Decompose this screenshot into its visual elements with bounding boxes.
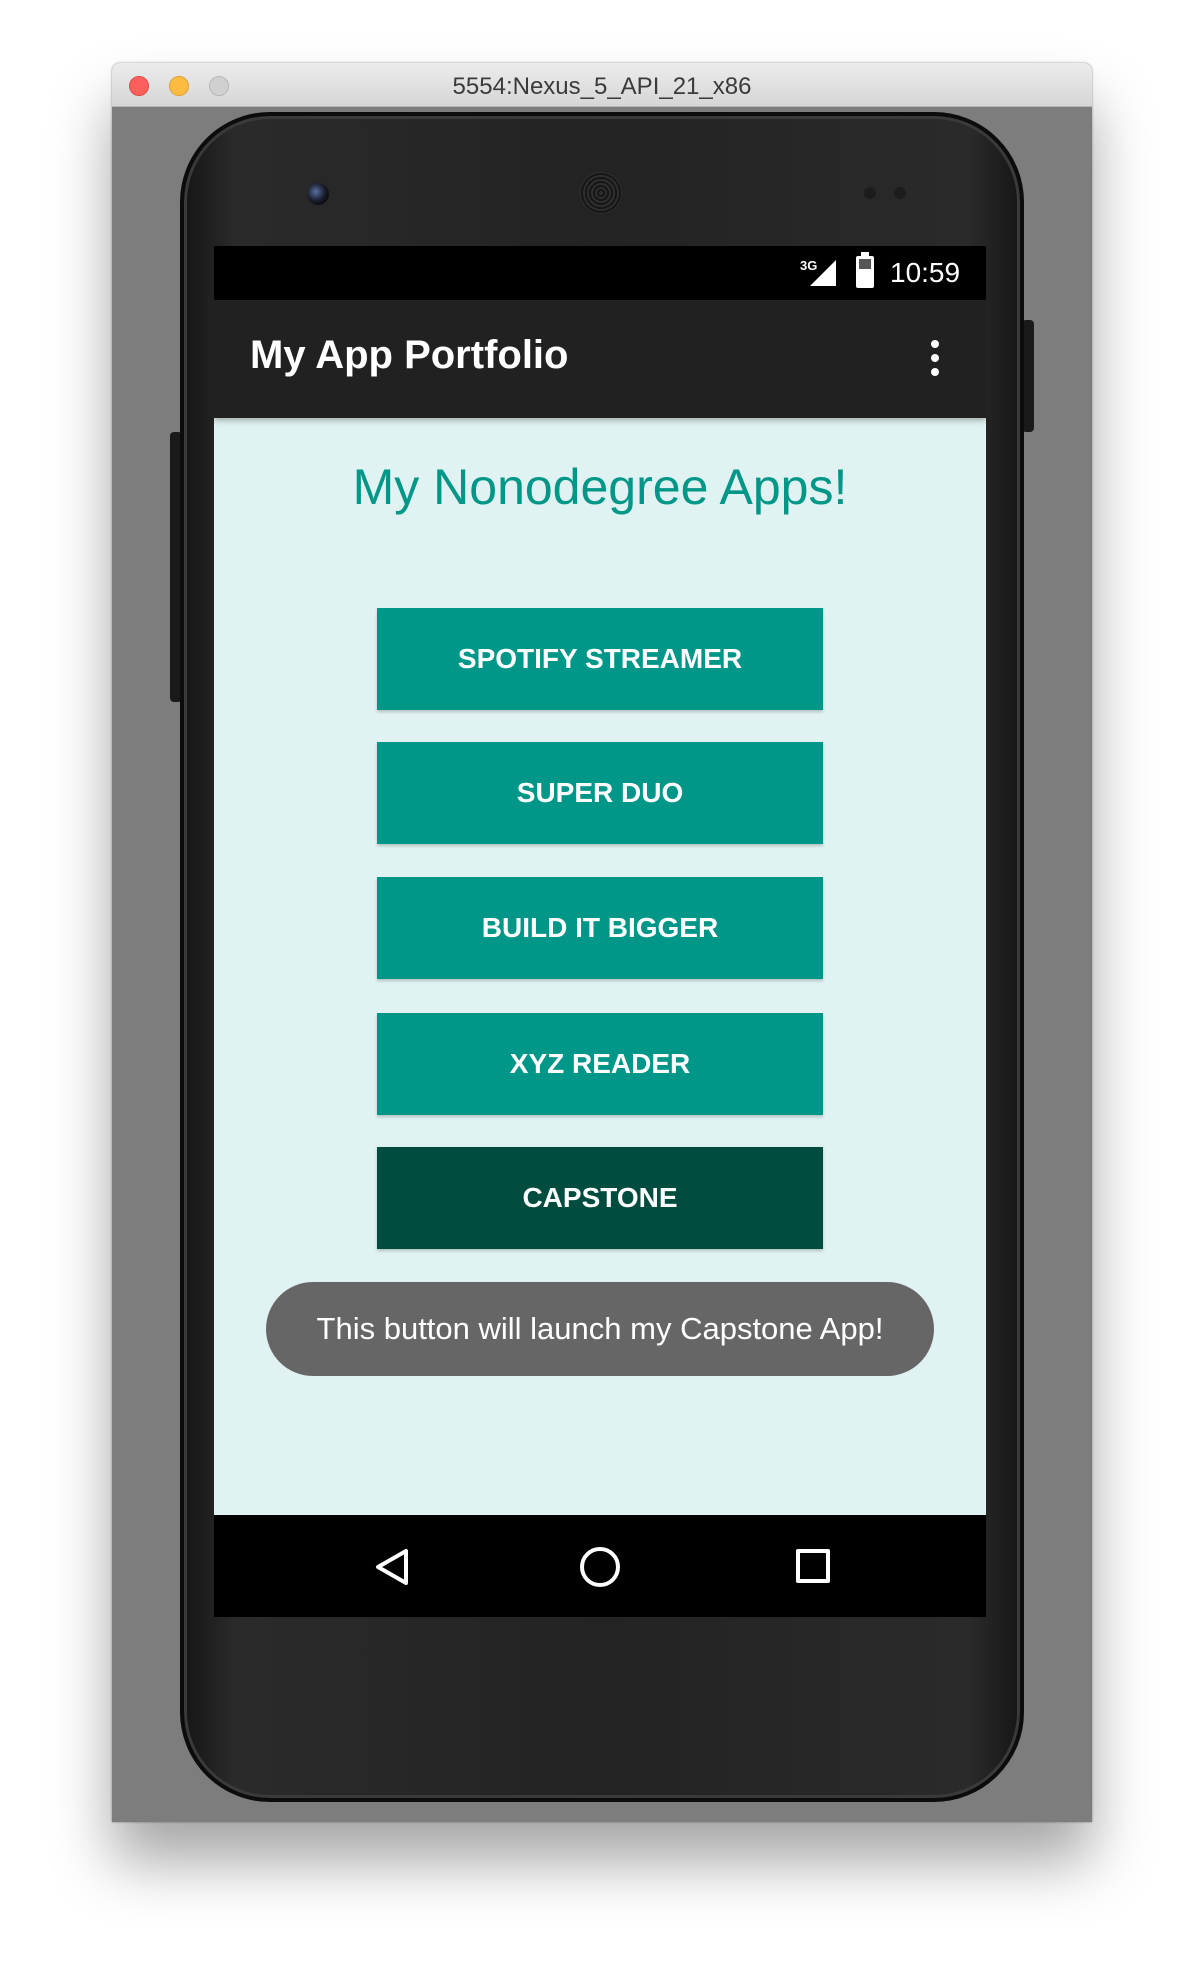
app-title: My App Portfolio (250, 333, 569, 377)
window-title: 5554:Nexus_5_API_21_x86 (452, 73, 752, 100)
capstone-button[interactable]: CAPSTONE (377, 1147, 823, 1249)
battery-icon (856, 252, 874, 288)
more-vert-icon[interactable] (930, 340, 940, 380)
window-titlebar[interactable]: 5554:Nexus_5_API_21_x86 (112, 63, 1092, 107)
proximity-sensor-icon (864, 187, 876, 199)
status-bar: 3G 10:59 (214, 246, 986, 300)
xyz-reader-button[interactable]: XYZ READER (377, 1013, 823, 1115)
build-it-bigger-button[interactable]: BUILD IT BIGGER (377, 877, 823, 979)
super-duo-button[interactable]: SUPER DUO (377, 742, 823, 844)
home-icon[interactable] (580, 1547, 620, 1587)
device-screen: 3G 10:59 My App Portfolio My Nonodegree … (214, 246, 986, 1617)
signal-icon (810, 260, 836, 286)
navigation-bar (214, 1515, 986, 1617)
page-headline: My Nonodegree Apps! (352, 459, 848, 515)
earpiece-speaker-icon (580, 172, 622, 214)
app-bar: My App Portfolio (214, 300, 986, 418)
status-clock: 10:59 (890, 257, 961, 288)
light-sensor-icon (894, 187, 906, 199)
front-camera-icon (307, 183, 329, 205)
recents-icon[interactable] (796, 1549, 830, 1583)
back-icon[interactable] (372, 1547, 412, 1587)
spotify-streamer-button[interactable]: SPOTIFY STREAMER (377, 608, 823, 710)
toast-message: This button will launch my Capstone App! (266, 1282, 934, 1376)
